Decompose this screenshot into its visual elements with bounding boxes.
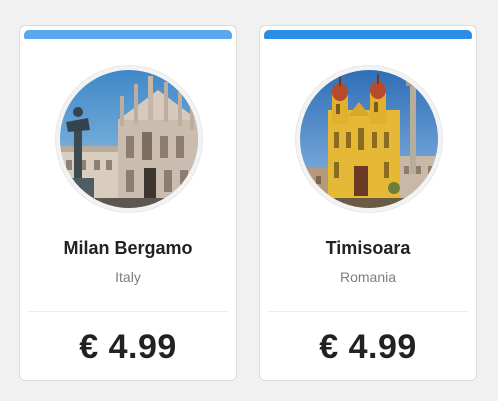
timisoara-cathedral-photo: [300, 70, 438, 208]
country-name: Romania: [339, 269, 397, 285]
city-name: Timisoara: [325, 238, 411, 258]
card-accent-bar: [24, 30, 232, 39]
destination-card-timisoara[interactable]: Timisoara Romania € 4.99: [259, 25, 477, 381]
card-divider: [268, 311, 468, 312]
price-label: € 4.99: [319, 328, 417, 366]
destination-card-milan-bergamo[interactable]: Milan Bergamo Italy € 4.99: [19, 25, 237, 381]
price-label: € 4.99: [79, 328, 177, 366]
card-divider: [28, 311, 228, 312]
city-photo-frame: [56, 66, 202, 212]
milan-cathedral-photo: [60, 70, 198, 208]
country-name: Italy: [115, 269, 141, 285]
card-accent-bar: [264, 30, 472, 39]
destination-card-list: Milan Bergamo Italy € 4.99 Timisoara Rom…: [0, 0, 498, 401]
city-photo-frame: [296, 66, 442, 212]
city-name: Milan Bergamo: [63, 238, 193, 258]
